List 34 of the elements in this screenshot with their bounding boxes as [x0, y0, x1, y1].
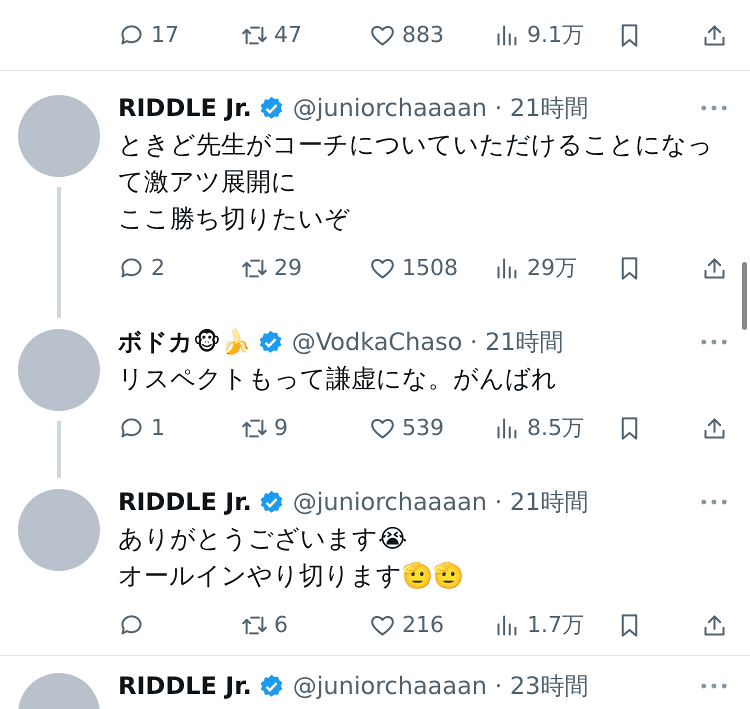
- like-count: 1508: [402, 256, 458, 280]
- more-options-icon[interactable]: [700, 338, 728, 346]
- handle-and-time[interactable]: @juniorchaaaan · 21時間: [292, 92, 588, 124]
- more-options-icon[interactable]: [700, 682, 728, 690]
- view-count: 9.1万: [527, 22, 584, 50]
- tweet-text: ここ勝ち切りたいぞ: [118, 203, 351, 235]
- display-name[interactable]: RIDDLE Jr.: [118, 488, 252, 516]
- view-count: 29万: [527, 255, 577, 283]
- like-count: 539: [402, 416, 444, 440]
- tweet-text: ありがとうございます😭: [118, 523, 408, 555]
- like-count: 883: [402, 22, 444, 48]
- tweet-text: リスペクトもって謙虚にな。がんばれ: [118, 363, 558, 395]
- handle-and-time[interactable]: @VodkaChaso · 21時間: [292, 326, 564, 358]
- reply-count: 2: [151, 256, 165, 280]
- reply-count: 17: [151, 22, 179, 48]
- reply-count: 1: [151, 416, 165, 440]
- repost-count: 29: [274, 256, 302, 280]
- more-options-icon[interactable]: [700, 498, 728, 506]
- repost-count: 9: [274, 416, 288, 440]
- view-count: 1.7万: [527, 612, 584, 640]
- display-name[interactable]: RIDDLE Jr.: [118, 672, 252, 700]
- more-options-icon[interactable]: [700, 104, 728, 112]
- display-name[interactable]: RIDDLE Jr.: [118, 94, 252, 122]
- tweet-text: オールインやり切ります🫡🫡: [118, 560, 465, 592]
- tweet-text: て激アツ展開に: [118, 166, 298, 198]
- tweet-text: ときど先生がコーチについていただけることになっ: [118, 129, 714, 161]
- like-count: 216: [402, 612, 444, 638]
- handle-and-time[interactable]: @juniorchaaaan · 23時間: [292, 670, 588, 702]
- handle-and-time[interactable]: @juniorchaaaan · 21時間: [292, 486, 588, 518]
- repost-count: 6: [274, 612, 288, 638]
- display-name[interactable]: ボドカ🐵🍌: [118, 326, 251, 358]
- scrollbar[interactable]: [742, 262, 747, 330]
- repost-count: 47: [274, 22, 302, 48]
- view-count: 8.5万: [527, 415, 584, 443]
